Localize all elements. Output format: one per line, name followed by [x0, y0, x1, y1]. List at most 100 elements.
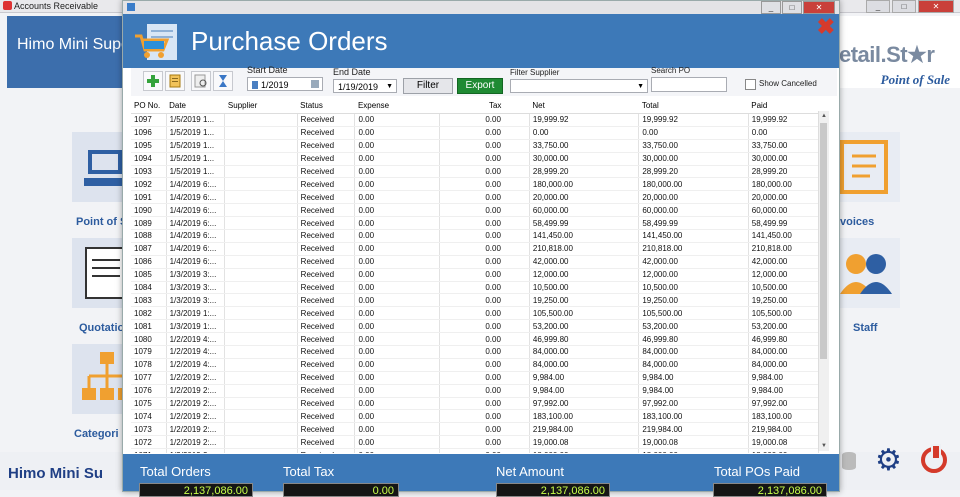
table-row[interactable]: 1082 1/3/2019 1:... Received 0.00 0.00 105,50…	[131, 306, 820, 321]
table-row[interactable]: 1092 1/4/2019 6:... Received 0.00 0.00 180,00…	[131, 177, 820, 192]
settings-gear-icon[interactable]: ⚙	[875, 446, 902, 476]
view-po-button[interactable]	[191, 71, 211, 91]
cell-supplier	[224, 358, 298, 372]
col-header-supplier[interactable]: Supplier	[224, 97, 298, 114]
purchase-orders-table[interactable]: PO No. Date Supplier Status Expense Tax …	[131, 97, 829, 453]
table-row[interactable]: 1081 1/3/2019 1:... Received 0.00 0.00 53,200…	[131, 319, 820, 334]
cell-date: 1/2/2019 2:...	[166, 435, 226, 450]
table-row[interactable]: 1088 1/4/2019 6:... Received 0.00 0.00 141,45…	[131, 229, 820, 243]
cell-net: 46,999.80	[529, 332, 640, 347]
app-close-button[interactable]: ✕	[918, 0, 954, 13]
cell-net: 53,200.00	[529, 319, 640, 334]
cell-expense: 0.00	[354, 306, 441, 321]
cell-po-no: 1090	[131, 203, 167, 218]
cell-total: 210,818.00	[638, 242, 749, 256]
cell-total: 30,000.00	[638, 152, 749, 166]
cell-net: 19,999.92	[529, 113, 640, 127]
table-row[interactable]: 1075 1/2/2019 2:... Received 0.00 0.00 97,992…	[131, 397, 820, 411]
staff-tile[interactable]	[830, 238, 900, 308]
cell-paid: 33,750.00	[748, 139, 820, 153]
dialog-close-button[interactable]: ✖	[817, 16, 835, 38]
table-row[interactable]: 1080 1/2/2019 4:... Received 0.00 0.00 46,999…	[131, 332, 820, 347]
col-header-tax[interactable]: Tax	[439, 97, 530, 114]
table-row[interactable]: 1094 1/5/2019 1... Received 0.00 0.00 30,000.…	[131, 152, 820, 166]
dialog-title: Purchase Orders	[191, 26, 388, 56]
app-minimize-button[interactable]: _	[866, 0, 890, 13]
cell-po-no: 1081	[131, 319, 167, 334]
col-header-expense[interactable]: Expense	[354, 97, 440, 114]
database-icon[interactable]	[842, 452, 856, 470]
start-date-label: Start Date	[247, 65, 288, 75]
export-button[interactable]: Export	[457, 78, 503, 94]
cell-date: 1/2/2019 2:...	[166, 371, 226, 385]
cell-net: 42,000.00	[529, 255, 640, 269]
end-date-select[interactable]: 1/19/2019 ▼	[333, 79, 397, 93]
table-row[interactable]: 1084 1/3/2019 3:... Received 0.00 0.00 10,500…	[131, 281, 820, 295]
power-icon[interactable]	[921, 444, 947, 473]
staff-label: Staff	[853, 322, 878, 334]
scrollbar-thumb[interactable]	[820, 123, 827, 359]
show-cancelled-checkbox[interactable]	[745, 79, 756, 90]
search-po-label: Search PO	[651, 66, 691, 75]
cell-total: 33,750.00	[638, 139, 749, 153]
table-row[interactable]: 1097 1/5/2019 1... Received 0.00 0.00 19,999.…	[131, 113, 820, 127]
table-row[interactable]: 1089 1/4/2019 6:... Received 0.00 0.00 58,499…	[131, 216, 820, 231]
table-row[interactable]: 1076 1/2/2019 2:... Received 0.00 0.00 9,984.…	[131, 384, 820, 398]
cell-tax: 0.00	[439, 319, 530, 334]
table-row[interactable]: 1091 1/4/2019 6:... Received 0.00 0.00 20,000…	[131, 190, 820, 205]
cell-tax: 0.00	[439, 152, 530, 166]
col-header-net[interactable]: Net	[529, 97, 639, 114]
filter-button[interactable]: Filter	[403, 78, 453, 94]
cell-paid: 180,000.00	[748, 177, 820, 192]
cell-net: 105,500.00	[529, 306, 640, 321]
col-header-total[interactable]: Total	[638, 97, 749, 114]
table-row[interactable]: 1095 1/5/2019 1... Received 0.00 0.00 33,750.…	[131, 139, 820, 153]
app-maximize-button[interactable]: □	[892, 0, 916, 13]
dialog-minimize-button[interactable]: _	[761, 1, 781, 14]
start-date-picker[interactable]: 1/2019	[247, 77, 323, 91]
scroll-down-icon[interactable]: ▼	[819, 441, 829, 451]
dialog-window-close-button[interactable]: ✕	[803, 1, 835, 14]
table-row[interactable]: 10711/2/2019 2:...Received0.000.0018,000…	[131, 448, 820, 453]
search-po-input[interactable]	[651, 77, 727, 92]
col-header-po-no[interactable]: PO No.	[131, 97, 167, 114]
scroll-up-icon[interactable]: ▲	[819, 111, 829, 121]
cell-expense: 0.00	[354, 203, 441, 218]
table-row[interactable]: 1087 1/4/2019 6:... Received 0.00 0.00 210,81…	[131, 242, 820, 256]
cell-total: 141,450.00	[638, 229, 749, 243]
invoices-tile[interactable]	[830, 132, 900, 202]
table-row[interactable]: 1073 1/2/2019 2:... Received 0.00 0.00 219,98…	[131, 422, 820, 437]
table-row[interactable]: 1079 1/2/2019 4:... Received 0.00 0.00 84,000…	[131, 345, 820, 359]
cell-status: Received	[297, 345, 356, 359]
edit-po-button[interactable]	[165, 71, 185, 91]
vertical-scrollbar[interactable]: ▲ ▼	[818, 111, 829, 451]
table-row[interactable]: 1096 1/5/2019 1... Received 0.00 0.00 0.00 0.0…	[131, 126, 820, 140]
refresh-button[interactable]	[213, 71, 233, 91]
table-row[interactable]: 1086 1/4/2019 6:... Received 0.00 0.00 42,000…	[131, 255, 820, 269]
filter-supplier-select[interactable]: ▼	[510, 79, 648, 93]
col-header-date[interactable]: Date	[166, 97, 225, 114]
table-row[interactable]: 1077 1/2/2019 2:... Received 0.00 0.00 9,984.…	[131, 371, 820, 385]
cell-status: Received	[297, 139, 356, 153]
dialog-maximize-button[interactable]: □	[782, 1, 802, 14]
col-header-status[interactable]: Status	[297, 97, 355, 114]
hourglass-icon	[219, 75, 227, 87]
cell-paid: 210,818.00	[748, 242, 820, 256]
cell-po-no: 1078	[131, 358, 167, 372]
cell-status: Received	[297, 306, 356, 321]
table-row[interactable]: 1072 1/2/2019 2:... Received 0.00 0.00 19,000…	[131, 435, 820, 450]
cell-expense: 0.00	[354, 332, 441, 347]
cell-paid: 19,000.08	[748, 435, 820, 450]
cell-paid: 18,000.00	[748, 448, 820, 453]
col-header-paid[interactable]: Paid	[748, 97, 819, 114]
table-row[interactable]: 1074 1/2/2019 2:... Received 0.00 0.00 183,10…	[131, 409, 820, 424]
table-row[interactable]: 1078 1/2/2019 4:... Received 0.00 0.00 84,000…	[131, 358, 820, 372]
cell-status: Received	[297, 165, 356, 179]
add-po-button[interactable]	[143, 71, 163, 91]
cell-total: 53,200.00	[638, 319, 749, 334]
table-row[interactable]: 1090 1/4/2019 6:... Received 0.00 0.00 60,000…	[131, 203, 820, 218]
table-row[interactable]: 1085 1/3/2019 3:... Received 0.00 0.00 12,000…	[131, 268, 820, 282]
table-row[interactable]: 1083 1/3/2019 3:... Received 0.00 0.00 19,250…	[131, 293, 820, 308]
cell-paid: 42,000.00	[748, 255, 820, 269]
table-row[interactable]: 1093 1/5/2019 1... Received 0.00 0.00 28,999.…	[131, 165, 820, 179]
